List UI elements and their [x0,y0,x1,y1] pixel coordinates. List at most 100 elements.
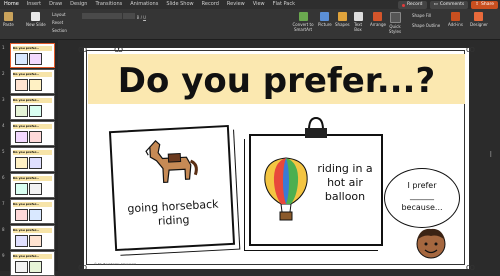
smartart-icon [298,12,308,21]
share-icon: ⇪ [475,2,479,7]
panel-resize-handle[interactable]: ⁝ [489,150,492,159]
thumbnail-card [15,131,28,143]
slide-thumbnail[interactable]: Do you prefer... [10,199,55,224]
tab-transitions[interactable]: Transitions [91,0,126,9]
text-box-label: Text Box [353,22,363,32]
thumbnail-title: Do you prefer... [13,228,52,233]
slide-number: 5 [2,149,5,154]
record-button[interactable]: Record [397,1,427,9]
arrange-label: Arrange [370,22,386,27]
menu-bar: Home Insert Draw Design Transitions Anim… [0,0,500,10]
convert-smartart-button[interactable]: Convert to SmartArt [286,12,320,32]
reset-label: Reset [52,20,64,25]
slide-canvas[interactable]: ꝏ ꝏ ꝏ ꝏ ꝏ Do you prefer...? going horseb… [78,45,475,273]
option2-text: riding in a hot air balloon [317,162,373,203]
tab-review[interactable]: Review [223,0,249,9]
tab-record[interactable]: Record [198,0,223,9]
comments-button[interactable]: ▭ Comments [429,1,469,9]
font-controls[interactable]: B I U [82,13,282,33]
thumbnail-card [15,209,28,221]
slide-thumbnail[interactable]: Do you prefer... [10,121,55,146]
corner-curl-icon: ꝏ [78,45,88,55]
tab-design[interactable]: Design [66,0,91,9]
quick-styles-button[interactable]: Quick Styles [388,12,402,34]
tab-slide-show[interactable]: Slide Show [162,0,197,9]
thumbnail-card [29,235,42,247]
horse-icon [145,139,198,184]
thumbnail-card [29,261,42,273]
thumbnail-title: Do you prefer... [13,98,52,103]
new-slide-label: New Slide [26,22,46,27]
tab-animations[interactable]: Animations [126,0,162,9]
italic-icon[interactable]: I [141,15,142,20]
new-slide-button[interactable]: New Slide [26,12,46,27]
thumbnail-title: Do you prefer... [13,150,52,155]
slide-thumbnail[interactable]: Do you prefer... [10,251,55,276]
shape-fill-label: Shape Fill [412,13,432,18]
thumbnail-card [29,79,42,91]
addins-label: Add-ins [448,22,463,27]
corner-curl-icon: ꝏ [465,263,475,273]
thumbnail-card [15,261,28,273]
hot-air-balloon-icon [264,157,308,221]
speech-bubble[interactable]: I prefer ______ because... [384,168,460,228]
comment-icon: ▭ [433,2,438,7]
option-card-balloon[interactable]: riding in a hot air balloon [249,116,383,246]
reset-button[interactable]: Reset [52,20,63,25]
shapes-button[interactable]: Shapes [335,12,350,27]
thumbnail-title: Do you prefer... [13,46,52,51]
slide-number: 2 [2,71,5,76]
shape-fill-button[interactable]: Shape Fill [412,13,431,18]
slide-thumbnail[interactable]: Do you prefer... [10,173,55,198]
font-size-field[interactable] [123,13,136,19]
paste-button[interactable]: Paste [3,12,14,27]
section-label: Section [52,28,67,33]
shape-outline-button[interactable]: Shape Outline [412,23,440,28]
thumbnail-card [29,131,42,143]
shapes-label: Shapes [335,22,350,27]
slide-thumbnail[interactable]: Do you prefer... [10,43,55,68]
slide-number: 3 [2,97,5,102]
shapes-icon [337,12,347,21]
convert-label: Convert to SmartArt [292,22,314,32]
designer-button[interactable]: Designer [470,12,488,27]
new-slide-icon [31,12,41,21]
underline-icon[interactable]: U [143,15,146,20]
slide-thumbnail-panel[interactable]: 1 Do you prefer... 2 Do you prefer... 3 Do yo… [0,40,58,276]
thumbnail-title: Do you prefer... [13,124,52,129]
share-button[interactable]: ⇪ Share [471,1,498,9]
thumbnail-card [15,183,28,195]
slide-title[interactable]: Do you prefer...? [88,64,465,98]
text-box-button[interactable]: Text Box [352,12,364,32]
font-name-field[interactable] [82,13,122,19]
layout-button[interactable]: Layout [52,12,66,17]
quick-styles-label: Quick Styles [388,24,402,34]
bubble-line3: because... [401,203,443,212]
tab-view[interactable]: View [249,0,269,9]
picture-label: Picture [318,22,332,27]
corner-curl-icon: ꝏ [465,45,475,55]
thumbnail-card [15,157,28,169]
slide-thumbnail[interactable]: Do you prefer... [10,95,55,120]
bold-icon[interactable]: B [137,15,140,20]
tab-flat-pack[interactable]: Flat Pack [269,0,299,9]
picture-button[interactable]: Picture [318,12,332,27]
section-button[interactable]: Section [52,28,67,33]
slide-thumbnail[interactable]: Do you prefer... [10,225,55,250]
layout-label: Layout [52,12,66,17]
arrange-button[interactable]: Arrange [370,12,386,27]
slide-thumbnail[interactable]: Do you prefer... [10,69,55,94]
slide-number: 7 [2,201,5,206]
thumbnail-card [15,53,28,65]
tab-insert[interactable]: Insert [23,0,45,9]
option-card-horseback[interactable]: going horseback riding [108,124,236,252]
slide-thumbnail[interactable]: Do you prefer... [10,147,55,172]
thumbnail-title: Do you prefer... [13,254,52,259]
share-label: Share [481,2,494,7]
tab-draw[interactable]: Draw [45,0,66,9]
bubble-line1: I prefer [407,181,437,190]
addins-button[interactable]: Add-ins [448,12,463,27]
designer-label: Designer [470,22,488,27]
slide-number: 4 [2,123,5,128]
thumbnail-title: Do you prefer... [13,176,52,181]
